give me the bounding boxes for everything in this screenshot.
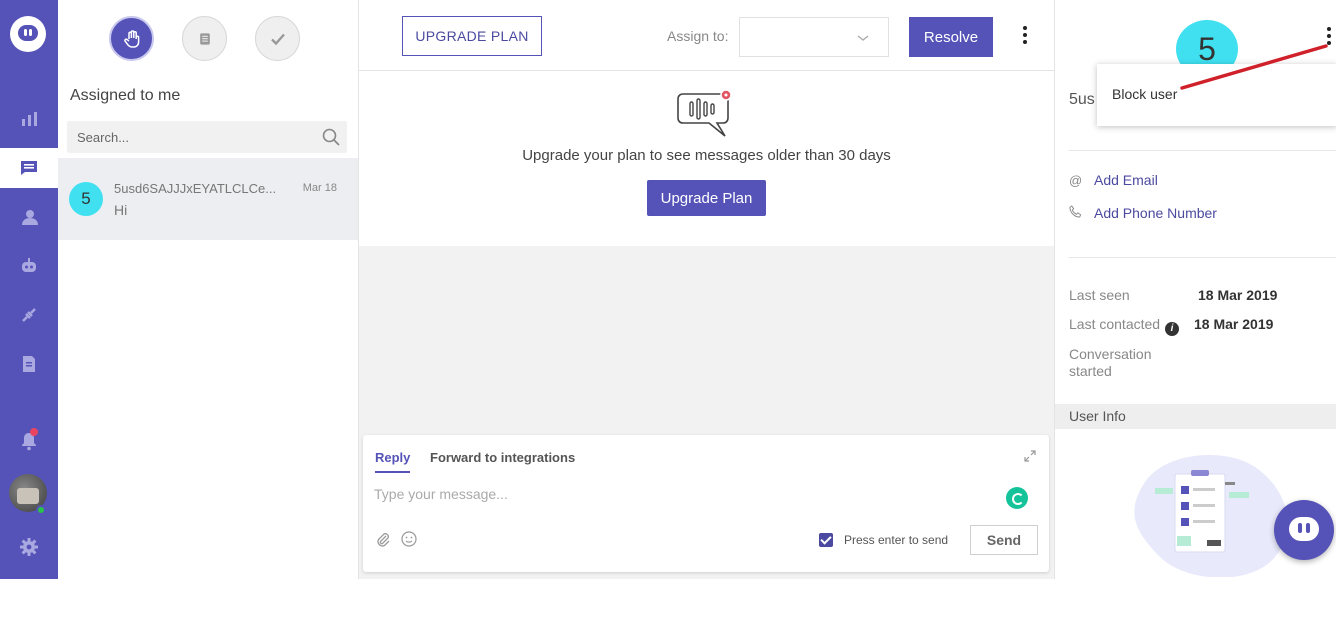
- search-icon[interactable]: [321, 127, 341, 147]
- search-input[interactable]: [67, 121, 317, 153]
- resolve-button[interactable]: Resolve: [909, 17, 993, 57]
- message-input[interactable]: [374, 483, 974, 505]
- notifications-icon[interactable]: [0, 421, 58, 461]
- users-icon[interactable]: [0, 197, 58, 237]
- list-title: Assigned to me: [70, 87, 181, 104]
- expand-icon[interactable]: [1023, 449, 1037, 463]
- conversation-toolbar: UPGRADE PLAN Assign to: Resolve: [359, 0, 1054, 71]
- grammarly-icon[interactable]: [1006, 487, 1028, 509]
- chat-widget-icon: [1289, 517, 1319, 541]
- online-status-indicator: [36, 505, 46, 515]
- settings-icon[interactable]: [0, 527, 58, 567]
- last-contacted-label: Last contacted: [1069, 316, 1161, 332]
- chat-widget-button[interactable]: [1274, 500, 1334, 560]
- assigned-filter-button[interactable]: [109, 16, 154, 61]
- conversation-name: 5usd6SAJJJxEYATLCLCe...: [114, 181, 277, 196]
- upgrade-message: Upgrade your plan to see messages older …: [522, 147, 891, 164]
- docs-icon[interactable]: [0, 344, 58, 384]
- user-info-label: User Info: [1069, 408, 1126, 424]
- upgrade-notice: Upgrade your plan to see messages older …: [359, 71, 1054, 246]
- upgrade-plan-cta-button[interactable]: Upgrade Plan: [647, 180, 766, 216]
- conversation-main: UPGRADE PLAN Assign to: Resolve Upgrade …: [359, 0, 1054, 579]
- last-seen-value: 18 Mar 2019: [1198, 287, 1278, 303]
- last-seen-label: Last seen: [1069, 287, 1130, 303]
- resolved-filter-button[interactable]: [255, 16, 300, 61]
- attachment-icon[interactable]: [375, 531, 391, 547]
- conversation-list-panel: Assigned to me 5 5usd6SAJJJxEYATLCLCe...…: [58, 0, 359, 579]
- chevron-down-icon: [857, 35, 869, 41]
- bot-icon[interactable]: [0, 246, 58, 286]
- add-phone-link[interactable]: Add Phone Number: [1069, 205, 1217, 221]
- last-contacted-row: Last contacted i: [1069, 316, 1180, 336]
- emoji-icon[interactable]: [401, 531, 417, 547]
- chat-bubble-illustration-icon: [677, 89, 732, 137]
- assign-label: Assign to:: [667, 28, 729, 44]
- reports-icon[interactable]: [0, 99, 58, 139]
- phone-icon: [1069, 205, 1085, 221]
- user-more-options-icon[interactable]: [1325, 27, 1333, 49]
- notification-badge: [30, 428, 38, 436]
- conversation-date: Mar 18: [302, 182, 337, 194]
- more-options-icon[interactable]: [1019, 26, 1031, 48]
- info-icon[interactable]: i: [1165, 322, 1180, 336]
- block-user-menu-item[interactable]: Block user: [1112, 86, 1177, 102]
- tab-reply[interactable]: Reply: [375, 450, 411, 473]
- user-options-menu: Block user: [1097, 64, 1336, 126]
- user-info-illustration-icon: [1134, 455, 1288, 577]
- press-enter-checkbox[interactable]: [819, 533, 833, 547]
- conversations-icon[interactable]: [0, 148, 58, 188]
- document-icon: [199, 32, 210, 45]
- conversation-started-label: Conversation started: [1069, 346, 1152, 379]
- conversation-preview: Hi: [114, 202, 128, 218]
- app-logo-icon[interactable]: [10, 16, 46, 52]
- checkmark-icon: [270, 33, 285, 45]
- press-enter-label: Press enter to send: [844, 533, 949, 547]
- user-details-panel: 5 5us Block user @ Add Email Add Phone Nu…: [1054, 0, 1336, 579]
- integrations-icon[interactable]: [0, 295, 58, 335]
- left-nav: [0, 0, 58, 579]
- search-box: [67, 121, 347, 153]
- tab-forward-to-integrations[interactable]: Forward to integrations: [430, 450, 575, 465]
- conversation-item[interactable]: 5 5usd6SAJJJxEYATLCLCe... Mar 18 Hi: [58, 158, 358, 240]
- divider: [1069, 150, 1336, 151]
- user-detail-name: 5us: [1069, 91, 1095, 108]
- assign-dropdown[interactable]: [739, 17, 889, 57]
- add-email-label: Add Email: [1094, 172, 1158, 188]
- user-info-header[interactable]: User Info: [1055, 404, 1336, 429]
- upgrade-plan-button[interactable]: UPGRADE PLAN: [402, 16, 542, 56]
- all-conversations-filter-button[interactable]: [182, 16, 227, 61]
- divider: [1069, 257, 1336, 258]
- add-email-link[interactable]: @ Add Email: [1069, 172, 1158, 188]
- at-sign-icon: @: [1069, 173, 1083, 188]
- hand-icon: [123, 29, 139, 48]
- app-window: Assigned to me 5 5usd6SAJJJxEYATLCLCe...…: [0, 0, 1336, 579]
- add-phone-label: Add Phone Number: [1094, 205, 1217, 221]
- send-button[interactable]: Send: [970, 525, 1038, 555]
- conversation-avatar: 5: [69, 182, 103, 216]
- message-composer: Reply Forward to integrations Press ente…: [363, 435, 1049, 572]
- last-contacted-value: 18 Mar 2019: [1194, 316, 1274, 332]
